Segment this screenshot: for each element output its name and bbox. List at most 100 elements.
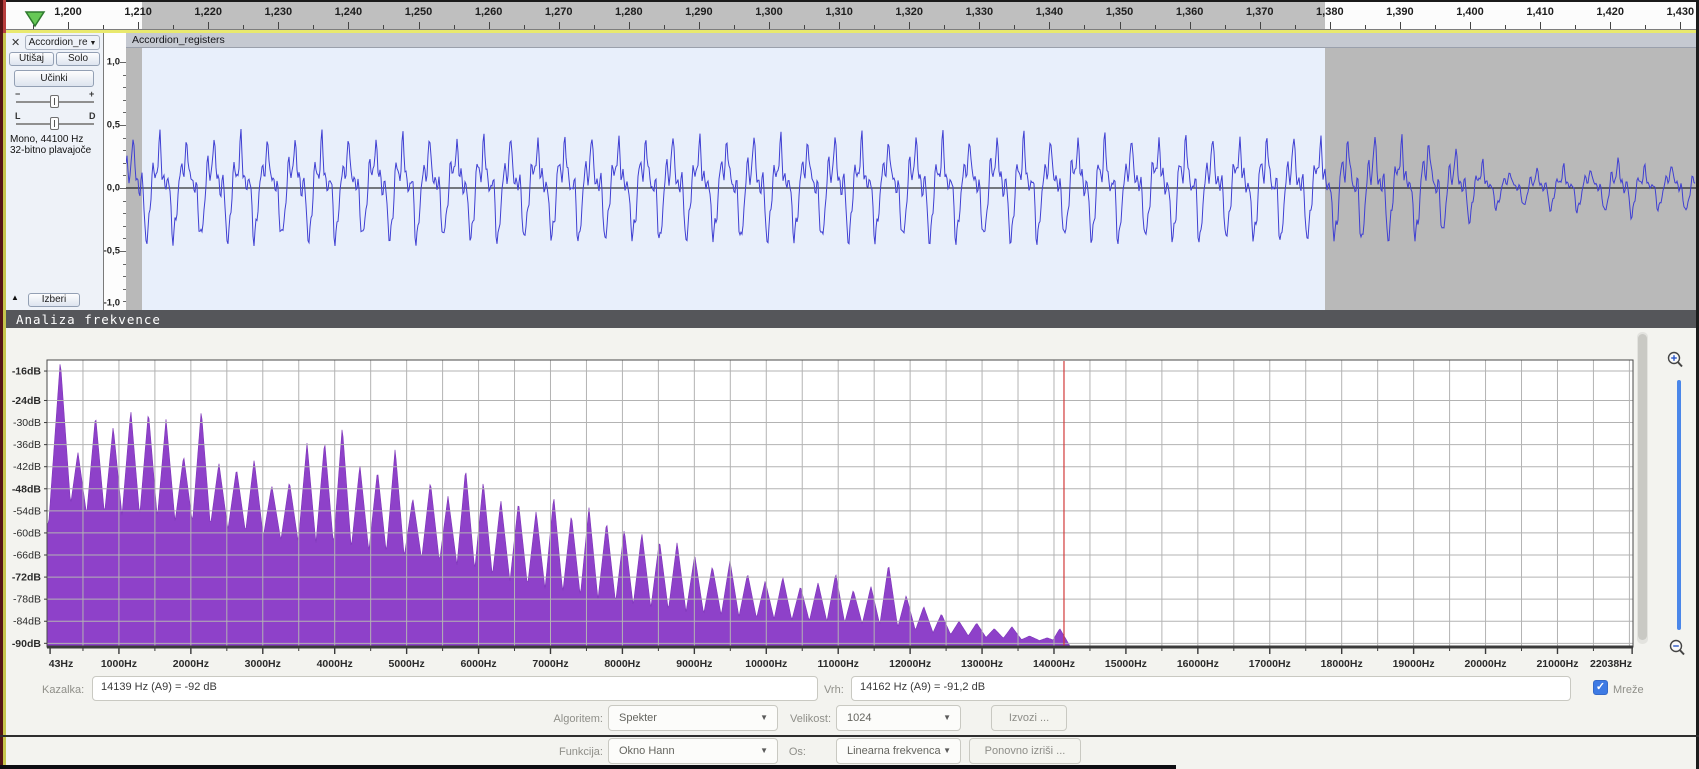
audacity-window: 1,2001,2101,2201,2301,2401,2501,2601,270… bbox=[0, 0, 1699, 769]
clip-title-bar[interactable]: Accordion_registers bbox=[126, 33, 1696, 48]
vruler-label: 0,0 bbox=[107, 183, 120, 194]
x-tick-label: 17000Hz bbox=[1249, 658, 1291, 670]
axis-dropdown[interactable]: Linearna frekvenca▼ bbox=[836, 738, 961, 764]
x-tick-label: 12000Hz bbox=[889, 658, 931, 670]
collapse-track-icon[interactable]: ▲ bbox=[11, 293, 19, 302]
effects-button[interactable]: Učinki bbox=[14, 70, 94, 87]
vruler-label: -1,0 bbox=[104, 298, 120, 309]
timeline-major-tick bbox=[909, 22, 910, 29]
timeline-label: 1,390 bbox=[1386, 6, 1414, 18]
x-tick-label: 5000Hz bbox=[389, 658, 425, 670]
timeline-label: 1,210 bbox=[124, 6, 152, 18]
timeline-label: 1,400 bbox=[1456, 6, 1484, 18]
timeline-major-tick bbox=[629, 22, 630, 29]
peak-label: Vrh: bbox=[824, 684, 844, 696]
timeline-label: 1,340 bbox=[1036, 6, 1064, 18]
timeline-label: 1,410 bbox=[1526, 6, 1554, 18]
x-tick-label: 21000Hz bbox=[1536, 658, 1578, 670]
timeline-major-tick bbox=[1330, 22, 1331, 29]
grids-checkbox[interactable]: ✓ bbox=[1593, 680, 1608, 695]
zoom-in-icon[interactable] bbox=[1664, 350, 1686, 372]
function-value: Okno Hann bbox=[619, 745, 675, 757]
timeline-major-tick bbox=[138, 22, 139, 29]
zoom-out-icon[interactable] bbox=[1666, 638, 1688, 660]
export-button[interactable]: Izvozi ... bbox=[991, 705, 1067, 731]
x-tick-label: 16000Hz bbox=[1177, 658, 1219, 670]
timeline-label: 1,360 bbox=[1176, 6, 1204, 18]
timeline-label: 1,270 bbox=[545, 6, 573, 18]
timeline-ruler[interactable]: 1,2001,2101,2201,2301,2401,2501,2601,270… bbox=[6, 2, 1696, 29]
x-tick-label: 1000Hz bbox=[101, 658, 137, 670]
solo-button[interactable]: Solo bbox=[56, 52, 100, 66]
axis-value: Linearna frekvenca bbox=[847, 745, 941, 757]
audio-track: ✕ Accordion_re ▼ Utišaj Solo Učinki − + … bbox=[6, 33, 1696, 310]
vertical-scale-ruler[interactable]: 1,00,50,0-0,5-1,0 bbox=[104, 33, 126, 310]
timeline-label: 1,310 bbox=[825, 6, 853, 18]
replot-button[interactable]: Ponovno izriši ... bbox=[969, 738, 1081, 764]
timeline-label: 1,230 bbox=[265, 6, 293, 18]
waveform-area[interactable]: Accordion_registers bbox=[126, 33, 1696, 310]
timeline-major-tick bbox=[1260, 22, 1261, 29]
y-tick-label: -60dB bbox=[13, 527, 41, 539]
size-value: 1024 bbox=[847, 712, 871, 724]
pan-slider-thumb[interactable] bbox=[50, 117, 59, 130]
plot-scrollbar[interactable] bbox=[1637, 332, 1648, 644]
y-tick-label: -84dB bbox=[13, 616, 41, 628]
axis-label: Os: bbox=[756, 746, 806, 758]
timeline-label: 1,380 bbox=[1316, 6, 1344, 18]
vruler-label: 0,5 bbox=[107, 120, 120, 131]
select-track-button[interactable]: Izberi bbox=[28, 293, 80, 307]
timeline-label: 1,320 bbox=[895, 6, 923, 18]
size-dropdown[interactable]: 1024▼ bbox=[836, 705, 961, 731]
pan-right-label: D bbox=[89, 111, 96, 121]
y-tick-label: -54dB bbox=[13, 505, 41, 517]
timeline-major-tick bbox=[559, 22, 560, 29]
timeline-label: 1,370 bbox=[1246, 6, 1274, 18]
timeline-major-tick bbox=[769, 22, 770, 29]
function-label: Funkcija: bbox=[528, 746, 603, 758]
timeline-major-tick bbox=[1400, 22, 1401, 29]
x-tick-label: 43Hz bbox=[49, 658, 74, 670]
timeline-label: 1,220 bbox=[194, 6, 222, 18]
timeline-major-tick bbox=[489, 22, 490, 29]
mute-button[interactable]: Utišaj bbox=[9, 52, 54, 66]
function-dropdown[interactable]: Okno Hann▼ bbox=[608, 738, 778, 764]
spectrum-plot[interactable]: 43Hz1000Hz2000Hz3000Hz4000Hz5000Hz6000Hz… bbox=[6, 328, 1696, 700]
x-tick-label: 6000Hz bbox=[460, 658, 496, 670]
x-tick-label: 20000Hz bbox=[1465, 658, 1507, 670]
track-format-line2: 32-bitno plavajoče bbox=[10, 145, 91, 156]
x-tick-label: 14000Hz bbox=[1033, 658, 1075, 670]
chevron-down-icon: ▼ bbox=[88, 40, 97, 47]
clip-title: Accordion_registers bbox=[132, 34, 225, 46]
y-tick-label: -48dB bbox=[12, 483, 42, 495]
vruler-label: -0,5 bbox=[104, 246, 120, 257]
timeline-major-tick bbox=[1680, 22, 1681, 29]
timeline-major-tick bbox=[348, 22, 349, 29]
cursor-value-field[interactable]: 14139 Hz (A9) = -92 dB bbox=[92, 676, 818, 701]
timeline-label: 1,290 bbox=[685, 6, 713, 18]
timeline-major-tick bbox=[68, 22, 69, 29]
x-tick-label: 8000Hz bbox=[604, 658, 640, 670]
timeline-major-tick bbox=[419, 22, 420, 29]
algorithm-label: Algoritem: bbox=[528, 713, 603, 725]
x-tick-label: 3000Hz bbox=[245, 658, 281, 670]
timeline-label: 1,200 bbox=[54, 6, 82, 18]
timeline-major-tick bbox=[278, 22, 279, 29]
track-format-line1: Mono, 44100 Hz bbox=[10, 134, 83, 145]
timeline-label: 1,260 bbox=[475, 6, 503, 18]
track-control-panel: ✕ Accordion_re ▼ Utišaj Solo Učinki − + … bbox=[6, 33, 104, 310]
gain-slider-thumb[interactable] bbox=[50, 95, 59, 108]
track-title-menu[interactable]: Accordion_re ▼ bbox=[25, 35, 100, 50]
algorithm-dropdown[interactable]: Spekter▼ bbox=[608, 705, 778, 731]
close-track-icon[interactable]: ✕ bbox=[11, 36, 20, 49]
gain-plus-label: + bbox=[89, 89, 94, 99]
y-tick-label: -42dB bbox=[13, 461, 41, 473]
x-tick-label: 22038Hz bbox=[1590, 658, 1632, 670]
timeline-label: 1,280 bbox=[615, 6, 643, 18]
dialog-title-bar[interactable]: Analiza frekvence bbox=[6, 310, 1696, 328]
timeline-major-tick bbox=[1190, 22, 1191, 29]
timeline-label: 1,250 bbox=[405, 6, 433, 18]
zoom-slider[interactable] bbox=[1677, 380, 1681, 630]
peak-value-field[interactable]: 14162 Hz (A9) = -91,2 dB bbox=[851, 676, 1571, 701]
y-tick-label: -30dB bbox=[13, 417, 41, 429]
